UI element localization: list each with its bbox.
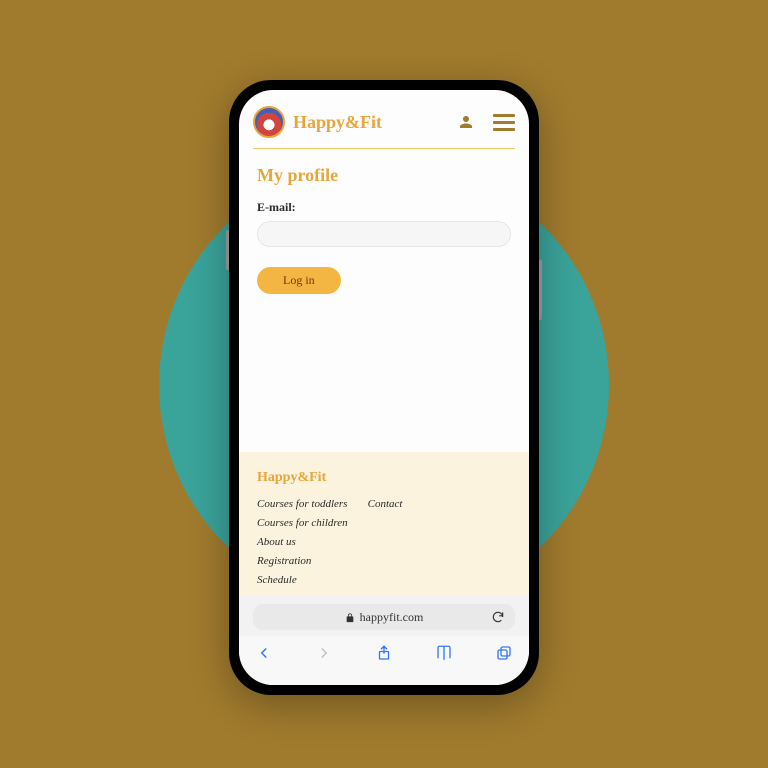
footer-link-contact[interactable]: Contact [368,498,403,510]
footer-link-toddlers[interactable]: Courses for toddlers [257,498,348,510]
user-icon[interactable] [457,113,475,131]
brand-name[interactable]: Happy&Fit [293,112,449,133]
lock-icon [345,612,355,622]
browser-url-bar: happyfit.com [239,596,529,636]
phone-screen: Happy&Fit My profile E-mail: Log in Happ… [239,90,529,685]
refresh-icon[interactable] [491,610,505,624]
login-button[interactable]: Log in [257,267,341,294]
page-title: My profile [257,165,511,186]
phone-power-button [539,260,542,320]
tabs-icon[interactable] [495,644,513,667]
footer-link-children[interactable]: Courses for children [257,517,348,529]
url-text: happyfit.com [360,610,424,625]
phone-frame: Happy&Fit My profile E-mail: Log in Happ… [229,80,539,695]
forward-icon [315,644,333,667]
share-icon[interactable] [375,644,393,667]
brand-logo-icon[interactable] [253,106,285,138]
footer-link-schedule[interactable]: Schedule [257,574,348,586]
url-pill[interactable]: happyfit.com [253,604,515,630]
footer-link-about[interactable]: About us [257,536,348,548]
hamburger-menu-icon[interactable] [493,114,515,131]
footer-link-registration[interactable]: Registration [257,555,348,567]
back-icon[interactable] [255,644,273,667]
page-footer: Happy&Fit Courses for toddlers Courses f… [239,452,529,596]
footer-brand: Happy&Fit [257,470,511,486]
email-label: E-mail: [257,200,511,215]
app-header: Happy&Fit [239,90,529,148]
main-content: My profile E-mail: Log in [239,149,529,452]
phone-side-button [226,230,229,270]
bookmarks-icon[interactable] [435,644,453,667]
email-field[interactable] [257,221,511,247]
browser-nav-bar [239,636,529,685]
